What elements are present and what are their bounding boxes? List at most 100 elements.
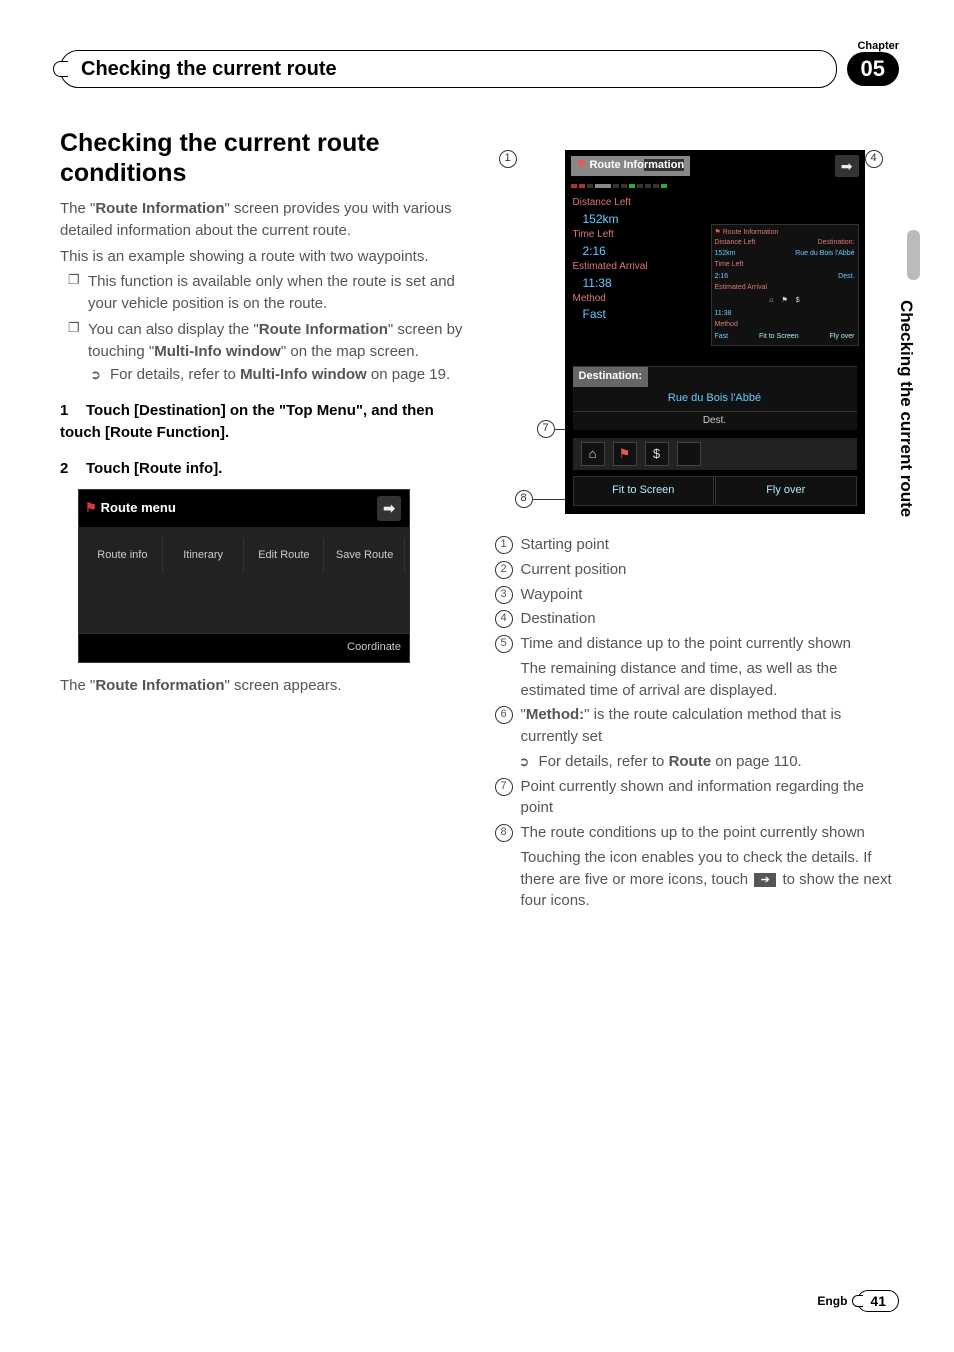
text-bold: Route Information [95, 677, 224, 694]
page-number: 41 [857, 1290, 899, 1312]
text: Current position [521, 561, 627, 578]
right-column: 1 2 3 4 5 6 7 8 ⚑ Route Information ➡ [495, 128, 900, 915]
text: For details, refer to [539, 753, 669, 770]
side-tab-indicator [907, 230, 920, 280]
text: on page 19. [367, 366, 450, 383]
condition-icons: ⌂ ⚑ $ [573, 438, 857, 470]
text: Route Info [589, 159, 643, 171]
text: Dest. [838, 272, 854, 282]
chapter-label: Chapter [857, 40, 899, 52]
text-bold: Route Information [259, 321, 388, 338]
page-footer: Engb 41 [817, 1290, 899, 1312]
text: The " [60, 677, 95, 694]
text-bold: Method: [526, 706, 584, 723]
footer-lang: Engb [817, 1294, 847, 1308]
diagram-wrap: 1 2 3 4 5 6 7 8 ⚑ Route Information ➡ [495, 150, 885, 514]
legend-6: 6"Method:" is the route calculation meth… [495, 704, 900, 748]
text: on page 110. [711, 753, 802, 770]
dest-value: Rue du Bois l'Abbé [573, 387, 857, 411]
text: Estimated Arrival [715, 283, 768, 293]
text: Rue du Bois l'Abbé [795, 249, 854, 259]
header-title: Checking the current route [81, 58, 337, 81]
text: Destination [521, 610, 596, 627]
text-bold: Multi-Info window [154, 343, 281, 360]
note-item: This function is available only when the… [60, 271, 465, 315]
flag-icon: ⚑ [577, 159, 587, 171]
route-menu-footer[interactable]: Coordinate [79, 633, 409, 662]
back-icon[interactable]: ➡ [377, 496, 401, 520]
text-bold: Multi-Info window [240, 366, 367, 383]
route-info-screenshot: ⚑ Route Information ➡ Distance Left 152k… [565, 150, 865, 514]
flag-icon: ⚑ [782, 296, 788, 306]
empty-icon[interactable] [677, 442, 701, 466]
flag-icon: ⚑ [85, 500, 97, 515]
step-2: 2Touch [Route info]. [60, 458, 465, 480]
route-menu-btn-info[interactable]: Route info [83, 538, 163, 574]
callout-7: 7 [537, 420, 555, 438]
legend-1: 1Starting point [495, 534, 900, 556]
text: Waypoint [521, 586, 583, 603]
text: Fast [715, 332, 729, 342]
sub-note: For details, refer to Multi-Info window … [88, 364, 465, 386]
arrow-right-icon: ➔ [754, 873, 776, 887]
legend-5-sub: The remaining distance and time, as well… [495, 658, 900, 702]
text: 11:38 [715, 309, 732, 319]
text-bold: Route Information [95, 200, 224, 217]
text: You can also display the " [88, 321, 259, 338]
dollar-icon[interactable]: $ [645, 442, 669, 466]
legend-8-sub: Touching the icon enables you to check t… [495, 847, 900, 912]
chapter-badge: 05 [847, 52, 899, 86]
route-menu-btn-itinerary[interactable]: Itinerary [164, 538, 244, 574]
back-icon[interactable]: ➡ [835, 155, 859, 177]
route-menu-btn-save[interactable]: Save Route [325, 538, 405, 574]
route-menu-screenshot: ⚑ Route menu ➡ Route info Itinerary Edit … [78, 489, 410, 663]
text: " screen appears. [225, 677, 342, 694]
text: For details, refer to [110, 366, 240, 383]
step-text: Touch [Route info]. [86, 460, 222, 477]
text: 2:16 [715, 272, 729, 282]
home-icon: ⌂ [769, 296, 773, 306]
intro-p2: This is an example showing a route with … [60, 246, 465, 268]
step-1: 1Touch [Destination] on the "Top Menu", … [60, 400, 465, 444]
route-menu-btn-edit[interactable]: Edit Route [245, 538, 325, 574]
route-menu-title: Route menu [101, 500, 176, 515]
text: Destination: [818, 238, 855, 248]
route-info-title: ⚑ Route Information [571, 156, 691, 176]
legend-4: 4Destination [495, 608, 900, 630]
text: Fly over [830, 332, 855, 342]
home-icon[interactable]: ⌂ [581, 442, 605, 466]
dollar-icon: $ [796, 296, 800, 306]
text: The route conditions up to the point cur… [521, 824, 865, 841]
distance-label: Distance Left [573, 196, 857, 211]
text: Route Information [723, 229, 779, 236]
text: Time and distance up to the point curren… [521, 635, 851, 652]
text-bold: Route [669, 753, 712, 770]
dest-button[interactable]: Dest. [573, 411, 857, 431]
progress-dots [565, 182, 865, 194]
fly-over-button[interactable]: Fly over [715, 476, 857, 506]
note-item: You can also display the "Route Informat… [60, 319, 465, 386]
step-text: Touch [Destination] on the "Top Menu", a… [60, 402, 434, 441]
header-bar: Checking the current route 05 [60, 50, 899, 88]
after-menu-text: The "Route Information" screen appears. [60, 675, 465, 697]
text: Time Left [715, 260, 744, 270]
text: rmation [644, 159, 684, 171]
route-menu-header: ⚑ Route menu ➡ [79, 490, 409, 527]
mini-panel: ⚑ Route Information Distance LeftDestina… [711, 224, 859, 346]
text: Fit to Screen [759, 332, 799, 342]
text: Point currently shown and information re… [521, 778, 865, 817]
text: Method [715, 320, 738, 330]
flag-icon[interactable]: ⚑ [613, 442, 637, 466]
callout-1: 1 [499, 150, 517, 168]
fit-screen-button[interactable]: Fit to Screen [573, 476, 715, 506]
legend-7: 7Point currently shown and information r… [495, 776, 900, 820]
header-title-wrap: Checking the current route [60, 50, 837, 88]
text: The " [60, 200, 95, 217]
legend-5: 5Time and distance up to the point curre… [495, 633, 900, 655]
left-column: Checking the current route conditions Th… [60, 128, 465, 915]
text: 152km [715, 249, 736, 259]
text: " on the map screen. [281, 343, 419, 360]
callout-4: 4 [865, 150, 883, 168]
legend-8: 8The route conditions up to the point cu… [495, 822, 900, 844]
callout-8: 8 [515, 490, 533, 508]
